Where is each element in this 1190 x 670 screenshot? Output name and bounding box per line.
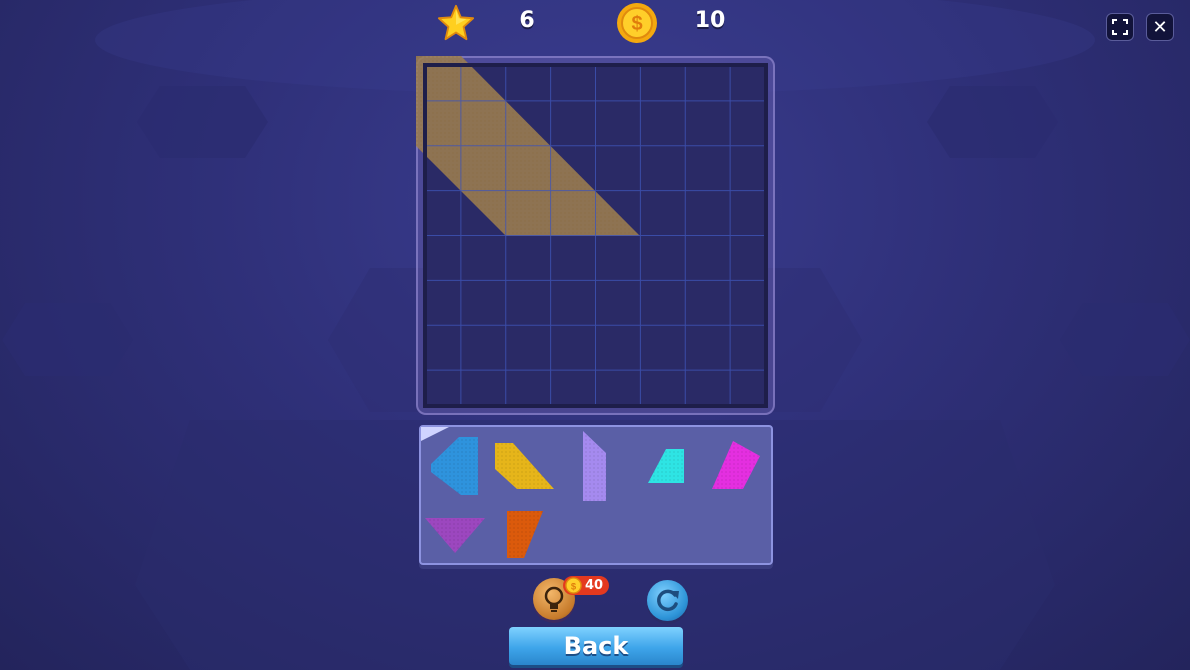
close-button[interactable]: ✕ <box>1146 13 1174 41</box>
hint-cost-badge: $ 40 <box>563 576 610 595</box>
coin-icon: $ <box>565 577 582 594</box>
coin-count: 10 <box>694 8 726 33</box>
magenta-piece[interactable] <box>712 441 760 489</box>
fullscreen-icon <box>1112 19 1128 35</box>
refresh-icon <box>657 589 679 612</box>
svg-text:$: $ <box>571 581 577 592</box>
lavender-piece[interactable] <box>583 431 606 501</box>
orange-piece[interactable] <box>507 511 543 558</box>
close-icon: ✕ <box>1152 16 1168 38</box>
purple-piece[interactable] <box>425 518 485 553</box>
star-icon <box>437 4 475 41</box>
tray-corner <box>421 427 449 441</box>
blue-piece[interactable] <box>431 437 478 495</box>
hint-cost: 40 <box>585 578 604 593</box>
coin-icon: $ <box>617 3 657 43</box>
star-count: 6 <box>519 8 535 33</box>
piece-tray <box>419 425 773 565</box>
cyan-piece[interactable] <box>648 449 684 483</box>
board-grid <box>416 56 768 408</box>
fullscreen-button[interactable] <box>1106 13 1134 41</box>
svg-text:$: $ <box>631 13 642 35</box>
back-button[interactable]: Back <box>509 627 683 665</box>
reset-button[interactable] <box>647 580 688 621</box>
yellow-piece[interactable] <box>495 443 554 489</box>
